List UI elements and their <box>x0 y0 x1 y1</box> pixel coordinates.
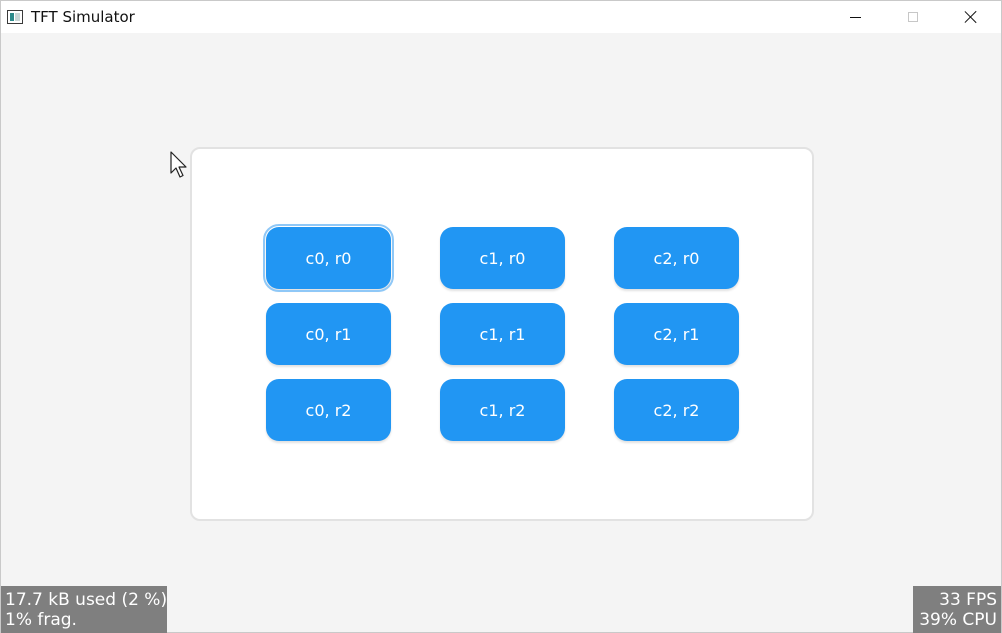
close-button[interactable] <box>942 1 1000 33</box>
performance-monitor-overlay: 33 FPS 39% CPU <box>913 586 1001 633</box>
title-bar[interactable]: TFT Simulator <box>1 1 1001 33</box>
memory-frag-text: 1% frag. <box>5 610 77 630</box>
simulator-window: TFT Simulator c0, r0 c1, r0 c2, r0 c0, r… <box>0 0 1002 633</box>
grid-button-c1-r1[interactable]: c1, r1 <box>440 303 565 365</box>
cpu-text: 39% CPU <box>919 610 997 630</box>
memory-used-text: 17.7 kB used (2 %) <box>5 590 168 610</box>
maximize-icon <box>908 12 918 22</box>
app-icon <box>7 10 23 24</box>
memory-monitor-overlay: 17.7 kB used (2 %) 1% frag. <box>1 586 167 633</box>
mouse-pointer-icon <box>170 151 187 178</box>
minimize-icon <box>849 16 861 18</box>
maximize-button[interactable] <box>884 1 942 33</box>
grid-button-c1-r2[interactable]: c1, r2 <box>440 379 565 441</box>
close-icon <box>964 10 978 24</box>
minimize-button[interactable] <box>826 1 884 33</box>
grid-button-c1-r0[interactable]: c1, r0 <box>440 227 565 289</box>
grid-button-c0-r1[interactable]: c0, r1 <box>266 303 391 365</box>
grid-button-c2-r0[interactable]: c2, r0 <box>614 227 739 289</box>
fps-text: 33 FPS <box>939 590 997 610</box>
grid-button-c0-r2[interactable]: c0, r2 <box>266 379 391 441</box>
grid-button-c2-r2[interactable]: c2, r2 <box>614 379 739 441</box>
grid-button-c0-r0[interactable]: c0, r0 <box>263 224 394 292</box>
grid-button-c2-r1[interactable]: c2, r1 <box>614 303 739 365</box>
window-title: TFT Simulator <box>31 8 135 26</box>
